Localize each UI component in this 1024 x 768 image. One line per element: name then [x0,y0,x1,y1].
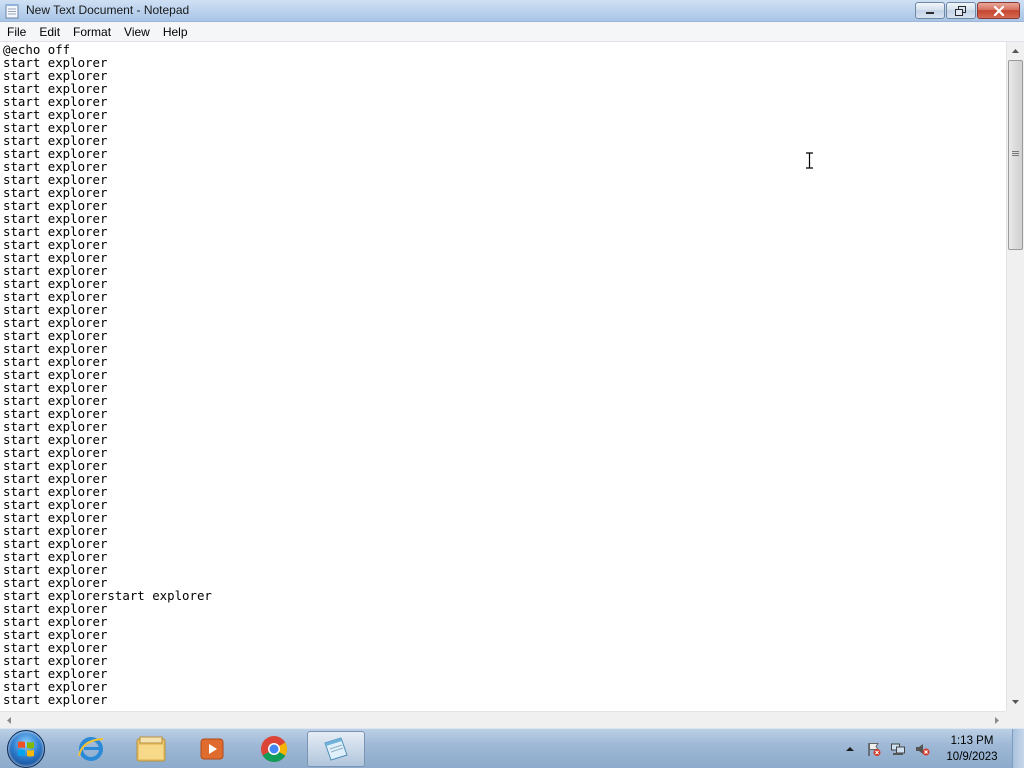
show-desktop-button[interactable] [1012,729,1024,768]
system-clock[interactable]: 1:13 PM 10/9/2023 [942,733,1002,765]
clock-time: 1:13 PM [950,735,994,747]
menu-edit[interactable]: Edit [32,22,66,41]
horizontal-scrollbar[interactable] [0,711,1006,728]
taskbar-media-player[interactable] [183,731,241,767]
minimize-icon [926,11,934,14]
close-button[interactable] [977,2,1020,19]
menu-help[interactable]: Help [156,22,194,41]
vertical-scrollbar[interactable] [1006,42,1024,711]
title-bar[interactable]: New Text Document - Notepad [0,0,1024,22]
menu-format[interactable]: Format [66,22,117,41]
file-explorer-icon [136,736,166,762]
clock-date: 10/9/2023 [946,751,998,763]
windows-start-orb[interactable] [7,730,45,768]
taskbar: 1:13 PM 10/9/2023 [0,728,1024,768]
scroll-left-button[interactable] [0,712,17,728]
taskbar-chrome[interactable] [245,731,303,767]
arrow-up-icon [1012,48,1019,53]
editor-content[interactable]: @echo off start explorer start explorer … [3,43,212,706]
notepad-icon [5,4,19,19]
arrow-right-icon [994,716,999,724]
restore-button[interactable] [946,2,976,19]
scroll-down-button[interactable] [1007,693,1024,710]
arrow-down-icon [1012,699,1019,704]
vertical-scroll-thumb[interactable] [1008,60,1023,250]
show-hidden-icons-arrow[interactable] [842,741,858,757]
text-editor[interactable]: @echo off start explorer start explorer … [0,42,1006,711]
notepad-icon [324,737,348,761]
scroll-right-button[interactable] [988,712,1005,728]
text-cursor-icon [806,152,813,169]
close-icon [993,5,1004,16]
window-title: New Text Document - Notepad [26,3,190,17]
menu-bar: File Edit Format View Help [0,22,1024,42]
volume-muted-icon[interactable] [914,741,930,757]
scroll-up-button[interactable] [1007,42,1024,59]
restore-icon [955,5,966,16]
menu-file[interactable]: File [0,22,32,41]
windows-logo-icon [18,741,34,757]
internet-explorer-icon [78,737,104,761]
taskbar-notepad[interactable] [307,731,365,767]
taskbar-file-explorer[interactable] [122,731,180,767]
action-center-flag-icon[interactable] [866,741,882,757]
arrow-left-icon [6,716,11,724]
window-controls [915,2,1020,19]
chrome-icon [261,736,288,763]
minimize-button[interactable] [915,2,945,19]
taskbar-internet-explorer[interactable] [62,731,120,767]
scrollbar-corner [1006,711,1024,728]
menu-view[interactable]: View [117,22,156,41]
network-icon[interactable] [890,741,906,757]
media-player-icon [200,738,224,760]
